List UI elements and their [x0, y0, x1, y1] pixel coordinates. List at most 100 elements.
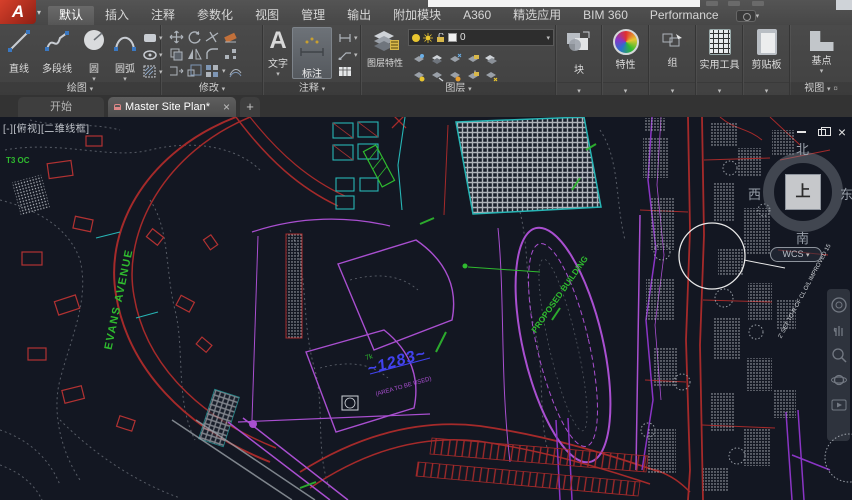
panel-title-annotation[interactable]: 注释 ▾ [264, 82, 360, 95]
zoom-icon[interactable] [831, 347, 847, 363]
ribbon-tab-output[interactable]: 输出 [336, 6, 382, 25]
panel-basepoint[interactable]: 基点 ▾ 视图 ▾ ¤ [790, 25, 852, 95]
layer-isolate-icon[interactable] [428, 51, 445, 66]
layer-off-icon[interactable] [410, 51, 427, 66]
linear-dimension-caret-icon[interactable]: ▾ [354, 34, 358, 42]
panel-block[interactable]: 块 ▾ [557, 25, 602, 95]
layer-freeze-icon[interactable] [423, 32, 433, 43]
ribbon-tab-view[interactable]: 视图 [244, 6, 290, 25]
explode-icon[interactable] [222, 46, 239, 61]
ribbon-tab-home[interactable]: 默认 [48, 6, 95, 25]
show-motion-icon[interactable] [831, 397, 847, 413]
clipboard-panel-caret-icon[interactable]: ▾ [765, 88, 769, 95]
line-button[interactable]: 直线 [4, 28, 34, 75]
panel-group[interactable]: 组 ▾ [650, 25, 696, 95]
linear-dimension-icon[interactable] [336, 30, 353, 45]
application-menu-caret-icon[interactable]: ▾ [37, 8, 41, 17]
layer-merge-icon[interactable] [482, 68, 499, 83]
rotate-icon[interactable] [186, 29, 203, 44]
panel-title-layers[interactable]: 图层 ▾ [362, 82, 555, 95]
leader-caret-icon[interactable]: ▾ [354, 51, 358, 59]
panel-utilities[interactable]: 实用工具 ▾ [697, 25, 743, 95]
hatch-icon[interactable] [141, 64, 158, 79]
ribbon-tab-performance[interactable]: Performance [639, 6, 730, 25]
panel-properties[interactable]: 特性 ▾ [603, 25, 649, 95]
utilities-panel-caret-icon[interactable]: ▾ [718, 88, 722, 95]
ucs-dropdown[interactable]: WCS ▾ [770, 247, 822, 262]
layer-match-icon[interactable] [482, 51, 499, 66]
array-caret-icon[interactable]: ▾ [222, 67, 226, 75]
ribbon-tab-annotate[interactable]: 注释 [140, 6, 186, 25]
ribbon-tab-featured-apps[interactable]: 精选应用 [502, 6, 572, 25]
layer-unlock2-icon[interactable] [464, 68, 481, 83]
file-tab-start[interactable]: 开始 [18, 97, 104, 117]
basepoint-caret-icon[interactable]: ▾ [791, 67, 852, 75]
ribbon-collapse-icon[interactable]: ¤ [833, 84, 837, 93]
viewcube-west-label[interactable]: 西 [748, 184, 761, 203]
panel-title-modify[interactable]: 修改 ▾ [162, 82, 262, 95]
leader-icon[interactable] [336, 47, 353, 62]
array-icon[interactable] [204, 63, 221, 78]
mirror-icon[interactable] [186, 46, 203, 61]
arc-button[interactable]: 圆弧 ▾ [110, 28, 140, 83]
viewcube-east-label[interactable]: 东 [840, 184, 852, 203]
minimize-icon[interactable] [796, 131, 806, 133]
fillet-icon[interactable] [204, 46, 221, 61]
text-button[interactable]: A 文字 ▾ [266, 27, 290, 79]
layer-properties-button[interactable]: 图层特性 [366, 28, 404, 68]
layer-dropdown-caret-icon[interactable]: ▾ [546, 34, 550, 42]
pan-icon[interactable] [831, 322, 847, 338]
panel-title-draw[interactable]: 绘图 ▾ [0, 82, 160, 95]
trim-icon[interactable] [204, 29, 221, 44]
layer-freeze2-icon[interactable] [446, 51, 463, 66]
text-caret-icon[interactable]: ▾ [266, 70, 290, 78]
ribbon-tab-bim360[interactable]: BIM 360 [572, 6, 639, 25]
copy-icon[interactable] [168, 46, 185, 61]
camera-icon[interactable] [735, 9, 756, 22]
text-icon: A [269, 27, 287, 54]
panel-clipboard[interactable]: 剪贴板 ▾ [744, 25, 790, 95]
file-tab-master-site-plan[interactable]: Master Site Plan* × [108, 97, 236, 117]
tab-options-caret-icon[interactable]: ▾ [756, 12, 760, 20]
stretch-icon[interactable] [168, 63, 185, 78]
restore-icon[interactable] [817, 126, 831, 136]
navigation-wheel-icon[interactable] [830, 297, 847, 313]
layer-state-icon[interactable] [446, 68, 463, 83]
layer-lock2-icon[interactable] [464, 51, 481, 66]
dimension-button[interactable]: 标注 [292, 27, 332, 80]
ribbon-tab-manage[interactable]: 管理 [290, 6, 336, 25]
group-panel-caret-icon[interactable]: ▾ [671, 88, 675, 95]
move-icon[interactable] [168, 29, 185, 44]
rectangle-icon[interactable] [141, 30, 158, 45]
table-icon[interactable] [336, 64, 353, 79]
application-menu-button[interactable]: A [0, 0, 36, 24]
ribbon-tab-insert[interactable]: 插入 [94, 6, 140, 25]
block-panel-caret-icon[interactable]: ▾ [577, 88, 581, 95]
new-drawing-tab-button[interactable]: + [240, 97, 260, 117]
drawing-canvas[interactable]: [-][俯视][二维线框] EVANS AVENUE PROPOSED BUIL… [0, 117, 852, 500]
layer-dropdown[interactable]: 0 ▾ [408, 29, 554, 46]
layer-color-swatch[interactable] [448, 33, 457, 42]
viewcube-top-face[interactable]: 上 [786, 175, 820, 209]
close-icon[interactable]: × [838, 125, 846, 139]
panel-title-view[interactable]: 视图 ▾ ¤ [790, 82, 852, 95]
polyline-button[interactable]: 多段线 [37, 28, 77, 75]
ribbon-tab-parametric[interactable]: 参数化 [186, 6, 244, 25]
layer-unlock-icon[interactable] [436, 32, 445, 43]
viewcube-north-label[interactable]: 北 [796, 139, 809, 158]
ribbon-tab-a360[interactable]: A360 [452, 6, 502, 25]
orbit-icon[interactable] [830, 372, 847, 388]
scale-icon[interactable] [186, 63, 203, 78]
erase-icon[interactable] [222, 29, 239, 44]
properties-panel-caret-icon[interactable]: ▾ [624, 88, 628, 95]
viewcube-south-label[interactable]: 南 [796, 228, 809, 247]
offset-icon[interactable] [227, 63, 244, 78]
circle-button[interactable]: 圆 ▾ [80, 28, 108, 83]
layer-walk-icon[interactable] [428, 68, 445, 83]
layer-prev-icon[interactable] [410, 68, 427, 83]
viewport-controls-label[interactable]: [-][俯视][二维线框] [3, 120, 90, 135]
ellipse-icon[interactable] [141, 47, 158, 62]
ribbon-tab-addins[interactable]: 附加模块 [382, 6, 452, 25]
layer-on-icon[interactable] [412, 33, 420, 42]
file-tab-close-icon[interactable]: × [223, 97, 230, 117]
